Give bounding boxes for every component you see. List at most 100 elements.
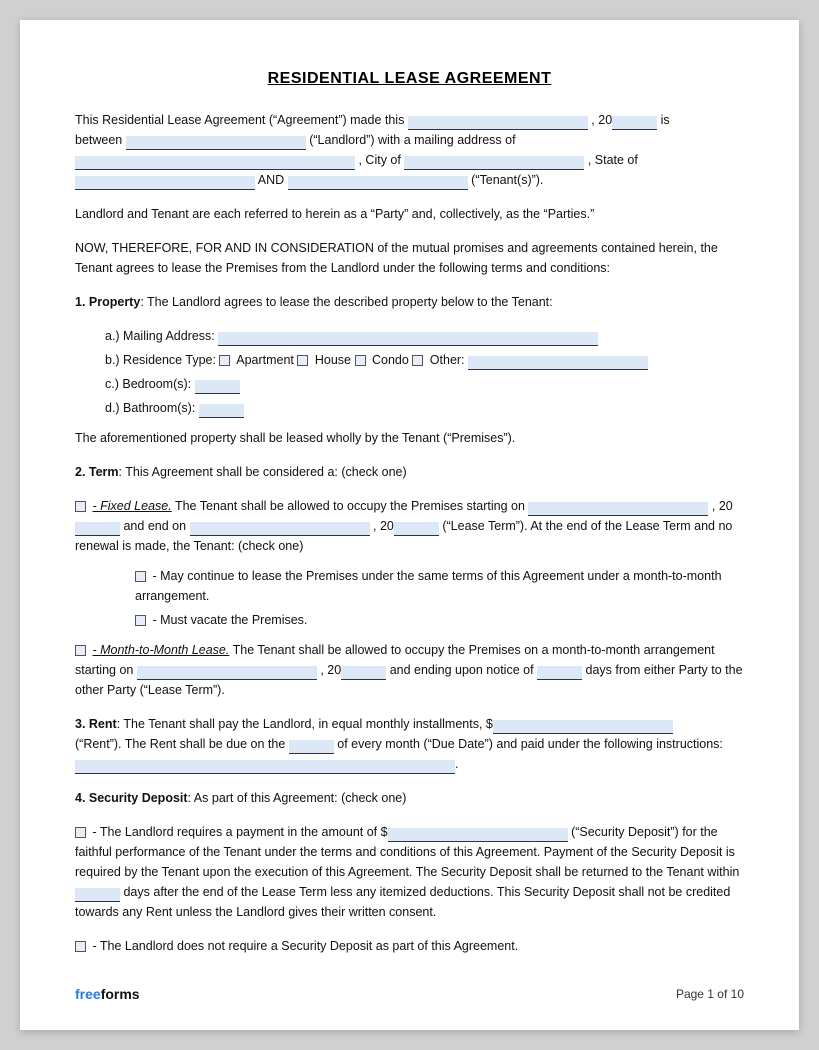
- city-field[interactable]: [404, 156, 584, 170]
- fixed-lease-options: - May continue to lease the Premises und…: [135, 566, 744, 630]
- document-title: RESIDENTIAL LEASE AGREEMENT: [75, 70, 744, 88]
- section4-opt2-text: - The Landlord does not require a Securi…: [92, 939, 518, 953]
- month-label: - Month-to-Month Lease.: [92, 643, 229, 657]
- intro-text-3a: , City of: [358, 153, 400, 167]
- section3-block: 3. Rent: The Tenant shall pay the Landlo…: [75, 714, 744, 774]
- section2-header-line: 2. Term: This Agreement shall be conside…: [75, 462, 744, 482]
- section1-b: b.) Residence Type: Apartment House Cond…: [105, 350, 744, 370]
- bedrooms-input[interactable]: [195, 380, 240, 394]
- fixed-lease-text1: The Tenant shall be allowed to occupy th…: [175, 499, 525, 513]
- brand-free: free: [75, 986, 101, 1002]
- month-to-month-block: - Month-to-Month Lease. The Tenant shall…: [75, 640, 744, 700]
- section1-header-line: 1. Property: The Landlord agrees to leas…: [75, 292, 744, 312]
- fixed-text2: , 20: [712, 499, 733, 513]
- lease-start-year[interactable]: [75, 522, 120, 536]
- brand-forms: forms: [101, 986, 140, 1002]
- section1-c: c.) Bedroom(s):: [105, 374, 744, 394]
- section4-option1: - The Landlord requires a payment in the…: [75, 822, 744, 922]
- option1-text: - May continue to lease the Premises und…: [135, 569, 722, 603]
- section3-text1: : The Tenant shall pay the Landlord, in …: [117, 717, 493, 731]
- consideration-paragraph: NOW, THEREFORE, FOR AND IN CONSIDERATION…: [75, 238, 744, 278]
- checkbox-house[interactable]: [297, 355, 308, 366]
- section3-text2: (“Rent”). The Rent shall be due on the: [75, 737, 285, 751]
- section4-opt1-text3: days after the end of the Lease Term les…: [75, 885, 730, 919]
- option2-text: - Must vacate the Premises.: [152, 613, 307, 627]
- intro-text-2b: (“Landlord”) with a mailing address of: [309, 133, 515, 147]
- security-deposit-amount[interactable]: [388, 828, 568, 842]
- section4-opt1-text1: - The Landlord requires a payment in the…: [92, 825, 387, 839]
- month-text3: and ending upon notice of: [390, 663, 534, 677]
- document-page: RESIDENTIAL LEASE AGREEMENT This Residen…: [20, 20, 799, 1030]
- fixed-text3: and end on: [123, 519, 186, 533]
- other-label: Other:: [430, 353, 465, 367]
- payment-instructions-field[interactable]: [75, 760, 455, 774]
- document-footer: freeforms Page 1 of 10: [75, 986, 744, 1002]
- mailing-address-input[interactable]: [218, 332, 598, 346]
- intro-text-4a: AND: [258, 173, 284, 187]
- section2-header: 2. Term: [75, 465, 119, 479]
- date-field[interactable]: [408, 116, 588, 130]
- checkbox-condo[interactable]: [355, 355, 366, 366]
- intro-text-2a: between: [75, 133, 122, 147]
- section1-a: a.) Mailing Address:: [105, 326, 744, 346]
- section3-period: .: [455, 757, 458, 771]
- section1-items: a.) Mailing Address: b.) Residence Type:…: [105, 326, 744, 418]
- checkbox-no-security-deposit[interactable]: [75, 941, 86, 952]
- year-field[interactable]: [612, 116, 657, 130]
- section1-d: d.) Bathroom(s):: [105, 398, 744, 418]
- month-start-field[interactable]: [137, 666, 317, 680]
- section3-header: 3. Rent: [75, 717, 117, 731]
- fixed-lease-block: - Fixed Lease. The Tenant shall be allow…: [75, 496, 744, 556]
- section1-d-label: d.) Bathroom(s):: [105, 401, 195, 415]
- month-text2: , 20: [320, 663, 341, 677]
- apartment-label: Apartment: [236, 353, 294, 367]
- notice-days-field[interactable]: [537, 666, 582, 680]
- fixed-text4: , 20: [373, 519, 394, 533]
- landlord-name-field[interactable]: [126, 136, 306, 150]
- lease-start-field[interactable]: [528, 502, 708, 516]
- rent-amount-field[interactable]: [493, 720, 673, 734]
- condo-label: Condo: [372, 353, 409, 367]
- option2-line: - Must vacate the Premises.: [135, 610, 744, 630]
- checkbox-apartment[interactable]: [219, 355, 230, 366]
- checkbox-vacate[interactable]: [135, 615, 146, 626]
- return-days-field[interactable]: [75, 888, 120, 902]
- checkbox-other[interactable]: [412, 355, 423, 366]
- option1-line: - May continue to lease the Premises und…: [135, 566, 744, 606]
- section3-text3: of every month (“Due Date”) and paid und…: [337, 737, 723, 751]
- checkbox-security-deposit[interactable]: [75, 827, 86, 838]
- section1-a-label: a.) Mailing Address:: [105, 329, 215, 343]
- intro-text-1b: , 20: [591, 113, 612, 127]
- section4-header-line: 4. Security Deposit: As part of this Agr…: [75, 788, 744, 808]
- intro-text-3b: , State of: [588, 153, 638, 167]
- other-input[interactable]: [468, 356, 648, 370]
- section1-footer: The aforementioned property shall be lea…: [75, 428, 744, 448]
- section1-text: : The Landlord agrees to lease the descr…: [140, 295, 552, 309]
- house-label: House: [315, 353, 351, 367]
- parties-paragraph: Landlord and Tenant are each referred to…: [75, 204, 744, 224]
- section1-header: 1. Property: [75, 295, 140, 309]
- tenant-name-field[interactable]: [288, 176, 468, 190]
- section4-text: : As part of this Agreement: (check one): [188, 791, 407, 805]
- intro-text-1a: This Residential Lease Agreement (“Agree…: [75, 113, 404, 127]
- fixed-lease-label: - Fixed Lease.: [92, 499, 171, 513]
- section2-text: : This Agreement shall be considered a: …: [119, 465, 407, 479]
- intro-paragraph: This Residential Lease Agreement (“Agree…: [75, 110, 744, 190]
- month-start-year[interactable]: [341, 666, 386, 680]
- due-date-field[interactable]: [289, 740, 334, 754]
- checkbox-continue-lease[interactable]: [135, 571, 146, 582]
- page-number: Page 1 of 10: [676, 987, 744, 1001]
- section1-c-label: c.) Bedroom(s):: [105, 377, 191, 391]
- section1-b-label: b.) Residence Type:: [105, 353, 216, 367]
- intro-text-1c: is: [661, 113, 670, 127]
- bathrooms-input[interactable]: [199, 404, 244, 418]
- mailing-address-field[interactable]: [75, 156, 355, 170]
- intro-text-4b: (“Tenant(s)”).: [471, 173, 543, 187]
- lease-end-year[interactable]: [394, 522, 439, 536]
- checkbox-month-lease[interactable]: [75, 645, 86, 656]
- section4-option2: - The Landlord does not require a Securi…: [75, 936, 744, 956]
- state-field[interactable]: [75, 176, 255, 190]
- checkbox-fixed-lease[interactable]: [75, 501, 86, 512]
- brand-logo: freeforms: [75, 986, 140, 1002]
- lease-end-field[interactable]: [190, 522, 370, 536]
